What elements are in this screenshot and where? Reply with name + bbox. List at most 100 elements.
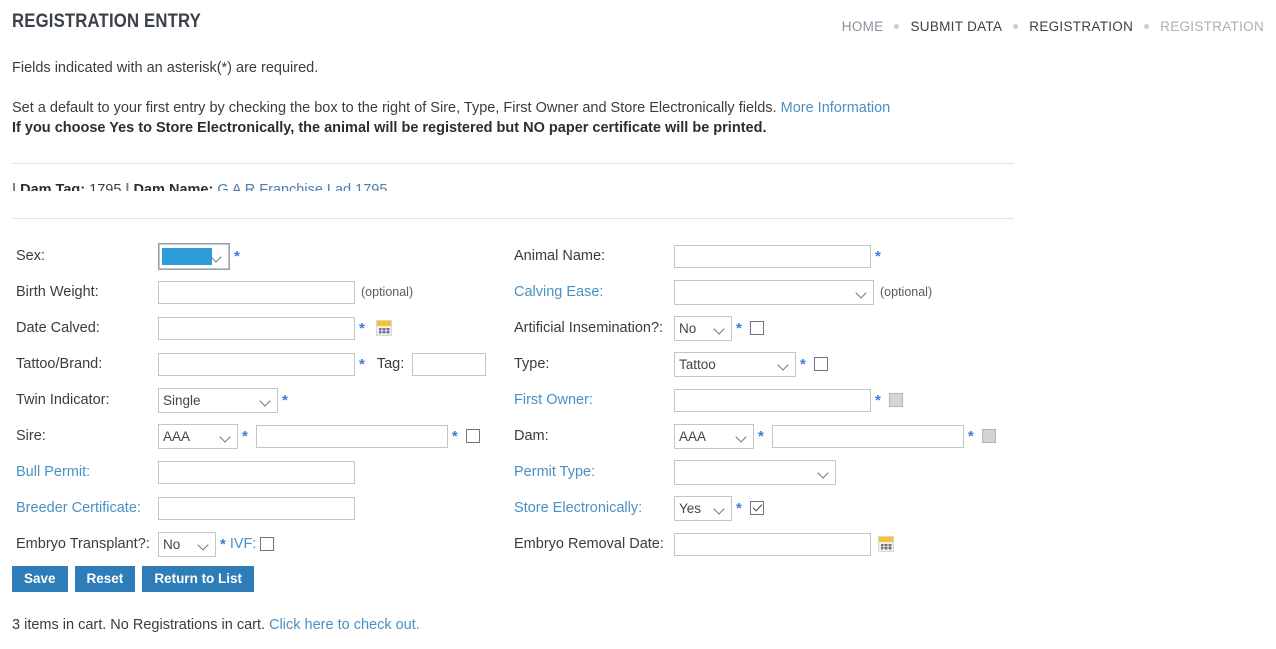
dam-name-label: Dam Name: [133, 182, 214, 191]
breeder-certificate-label[interactable]: Breeder Certificate: [16, 500, 158, 516]
field-row-embryo-removal-date: Embryo Removal Date: [514, 526, 1030, 562]
type-default-checkbox[interactable] [813, 357, 828, 371]
field-row-calving-ease: Calving Ease: (optional) [514, 274, 1030, 310]
embryo-transplant-select-wrapper[interactable]: No [158, 531, 216, 557]
field-row-artificial-insemination: Artificial Insemination?: No * [514, 310, 1030, 346]
sire-input[interactable] [255, 424, 448, 448]
dam-name-value[interactable]: G A R Franchise Lad 1795 [217, 182, 387, 191]
date-calved-input[interactable] [158, 316, 355, 340]
field-row-twin-indicator: Twin Indicator: Single * [16, 382, 514, 418]
calendar-icon[interactable] [375, 320, 392, 336]
return-to-list-button[interactable]: Return to List [142, 566, 255, 592]
page-title: REGISTRATION ENTRY [12, 11, 201, 32]
ivf-label[interactable]: IVF: [230, 536, 257, 552]
dam-prefix-required-asterisk: * [758, 427, 764, 445]
embryo-removal-date-label: Embryo Removal Date: [514, 536, 664, 552]
permit-type-select-wrapper[interactable] [674, 459, 836, 485]
dam-tag-value: 1795 [89, 182, 122, 191]
tattoo-brand-label: Tattoo/Brand: [16, 356, 103, 372]
cart-status: 3 items in cart. No Registrations in car… [12, 617, 420, 633]
nav-link-registration[interactable]: REGISTRATION [1029, 19, 1133, 34]
divider-top [12, 163, 1014, 164]
nav-separator-dot [894, 24, 900, 29]
bull-permit-input[interactable] [158, 460, 355, 484]
permit-type-label[interactable]: Permit Type: [514, 464, 674, 480]
first-owner-required-asterisk: * [875, 391, 881, 409]
embryo-transplant-required-asterisk: * [220, 535, 226, 553]
default-entry-note: Set a default to your first entry by che… [12, 100, 890, 116]
tag-input[interactable] [412, 352, 487, 376]
sex-select[interactable] [159, 243, 229, 269]
embryo-removal-date-input[interactable] [674, 532, 871, 556]
calendar-icon[interactable] [878, 536, 894, 552]
twin-indicator-select-wrapper[interactable]: Single [158, 387, 278, 413]
tattoo-brand-input[interactable] [158, 352, 355, 376]
tag-label: Tag: [376, 356, 405, 372]
breeder-certificate-input[interactable] [158, 496, 355, 520]
strip-pipe: | [125, 182, 130, 191]
ivf-checkbox[interactable] [260, 537, 275, 551]
store-electronically-select[interactable]: Yes [674, 495, 732, 521]
nav-link-home[interactable]: HOME [842, 19, 884, 34]
default-entry-note-text: Set a default to your first entry by che… [12, 100, 777, 116]
first-owner-label[interactable]: First Owner: [514, 392, 674, 408]
artificial-insemination-select-wrapper[interactable]: No [674, 315, 732, 341]
field-row-type: Type: Tattoo * [514, 346, 1030, 382]
tattoo-brand-required-asterisk: * [359, 355, 365, 373]
required-fields-note: Fields indicated with an asterisk(*) are… [12, 60, 319, 76]
store-electronically-label[interactable]: Store Electronically: [514, 500, 674, 516]
calving-ease-optional-note: (optional) [880, 285, 933, 299]
twin-indicator-select[interactable]: Single [158, 387, 278, 413]
save-button[interactable]: Save [12, 566, 68, 592]
calving-ease-label[interactable]: Calving Ease: [514, 284, 674, 300]
sire-prefix-select[interactable]: AAA [158, 423, 238, 449]
sire-prefix-select-wrapper[interactable]: AAA [158, 423, 238, 449]
sex-label: Sex: [16, 248, 46, 264]
divider-bottom [12, 218, 1014, 219]
dam-input[interactable] [771, 424, 964, 448]
sex-select-wrapper[interactable] [158, 242, 230, 270]
date-calved-label: Date Calved: [16, 320, 100, 336]
bull-permit-label[interactable]: Bull Permit: [16, 464, 158, 480]
birth-weight-input[interactable] [158, 280, 355, 304]
form-actions: Save Reset Return to List [12, 566, 255, 592]
cart-status-text: 3 items in cart. No Registrations in car… [12, 617, 266, 633]
twin-indicator-required-asterisk: * [282, 391, 288, 409]
sire-label: Sire: [16, 428, 46, 444]
dam-prefix-select[interactable]: AAA [674, 423, 754, 449]
reset-button[interactable]: Reset [74, 566, 136, 592]
type-select-wrapper[interactable]: Tattoo [674, 351, 796, 377]
dam-default-checkbox [981, 429, 996, 443]
store-electronically-default-checkbox[interactable] [749, 501, 764, 515]
more-information-link[interactable]: More Information [781, 100, 891, 116]
sex-required-asterisk: * [234, 247, 240, 265]
checkout-link[interactable]: Click here to check out. [269, 617, 420, 633]
first-owner-input[interactable] [674, 388, 871, 412]
artificial-insemination-select[interactable]: No [674, 315, 732, 341]
calving-ease-select[interactable] [674, 279, 874, 305]
breadcrumb: HOME SUBMIT DATA REGISTRATION REGISTRATI… [842, 19, 1264, 34]
calving-ease-select-wrapper[interactable] [674, 279, 874, 305]
field-row-embryo-transplant: Embryo Transplant?: No * IVF: [16, 526, 514, 562]
animal-name-input[interactable] [674, 244, 871, 268]
type-select[interactable]: Tattoo [674, 351, 796, 377]
nav-link-submit-data[interactable]: SUBMIT DATA [910, 19, 1002, 34]
artificial-insemination-checkbox[interactable] [749, 321, 764, 335]
field-row-date-calved: Date Calved: * [16, 310, 514, 346]
dam-prefix-select-wrapper[interactable]: AAA [674, 423, 754, 449]
date-calved-required-asterisk: * [359, 319, 365, 337]
field-row-bull-permit: Bull Permit: [16, 454, 514, 490]
embryo-transplant-select[interactable]: No [158, 531, 216, 557]
permit-type-select[interactable] [674, 459, 836, 485]
field-row-store-electronically: Store Electronically: Yes * [514, 490, 1030, 526]
birth-weight-optional-note: (optional) [361, 285, 414, 299]
field-row-birth-weight: Birth Weight: (optional) [16, 274, 514, 310]
store-electronically-select-wrapper[interactable]: Yes [674, 495, 732, 521]
field-row-tattoo-brand: Tattoo/Brand: * Tag: [16, 346, 514, 382]
registration-entry-page: REGISTRATION ENTRY HOME SUBMIT DATA REGI… [0, 0, 1276, 649]
type-label: Type: [514, 356, 550, 372]
form-column-right: Animal Name: * Calving Ease: (optional) … [514, 238, 1030, 562]
artificial-insemination-required-asterisk: * [736, 319, 742, 337]
sire-default-checkbox[interactable] [465, 429, 480, 443]
field-row-animal-name: Animal Name: * [514, 238, 1030, 274]
